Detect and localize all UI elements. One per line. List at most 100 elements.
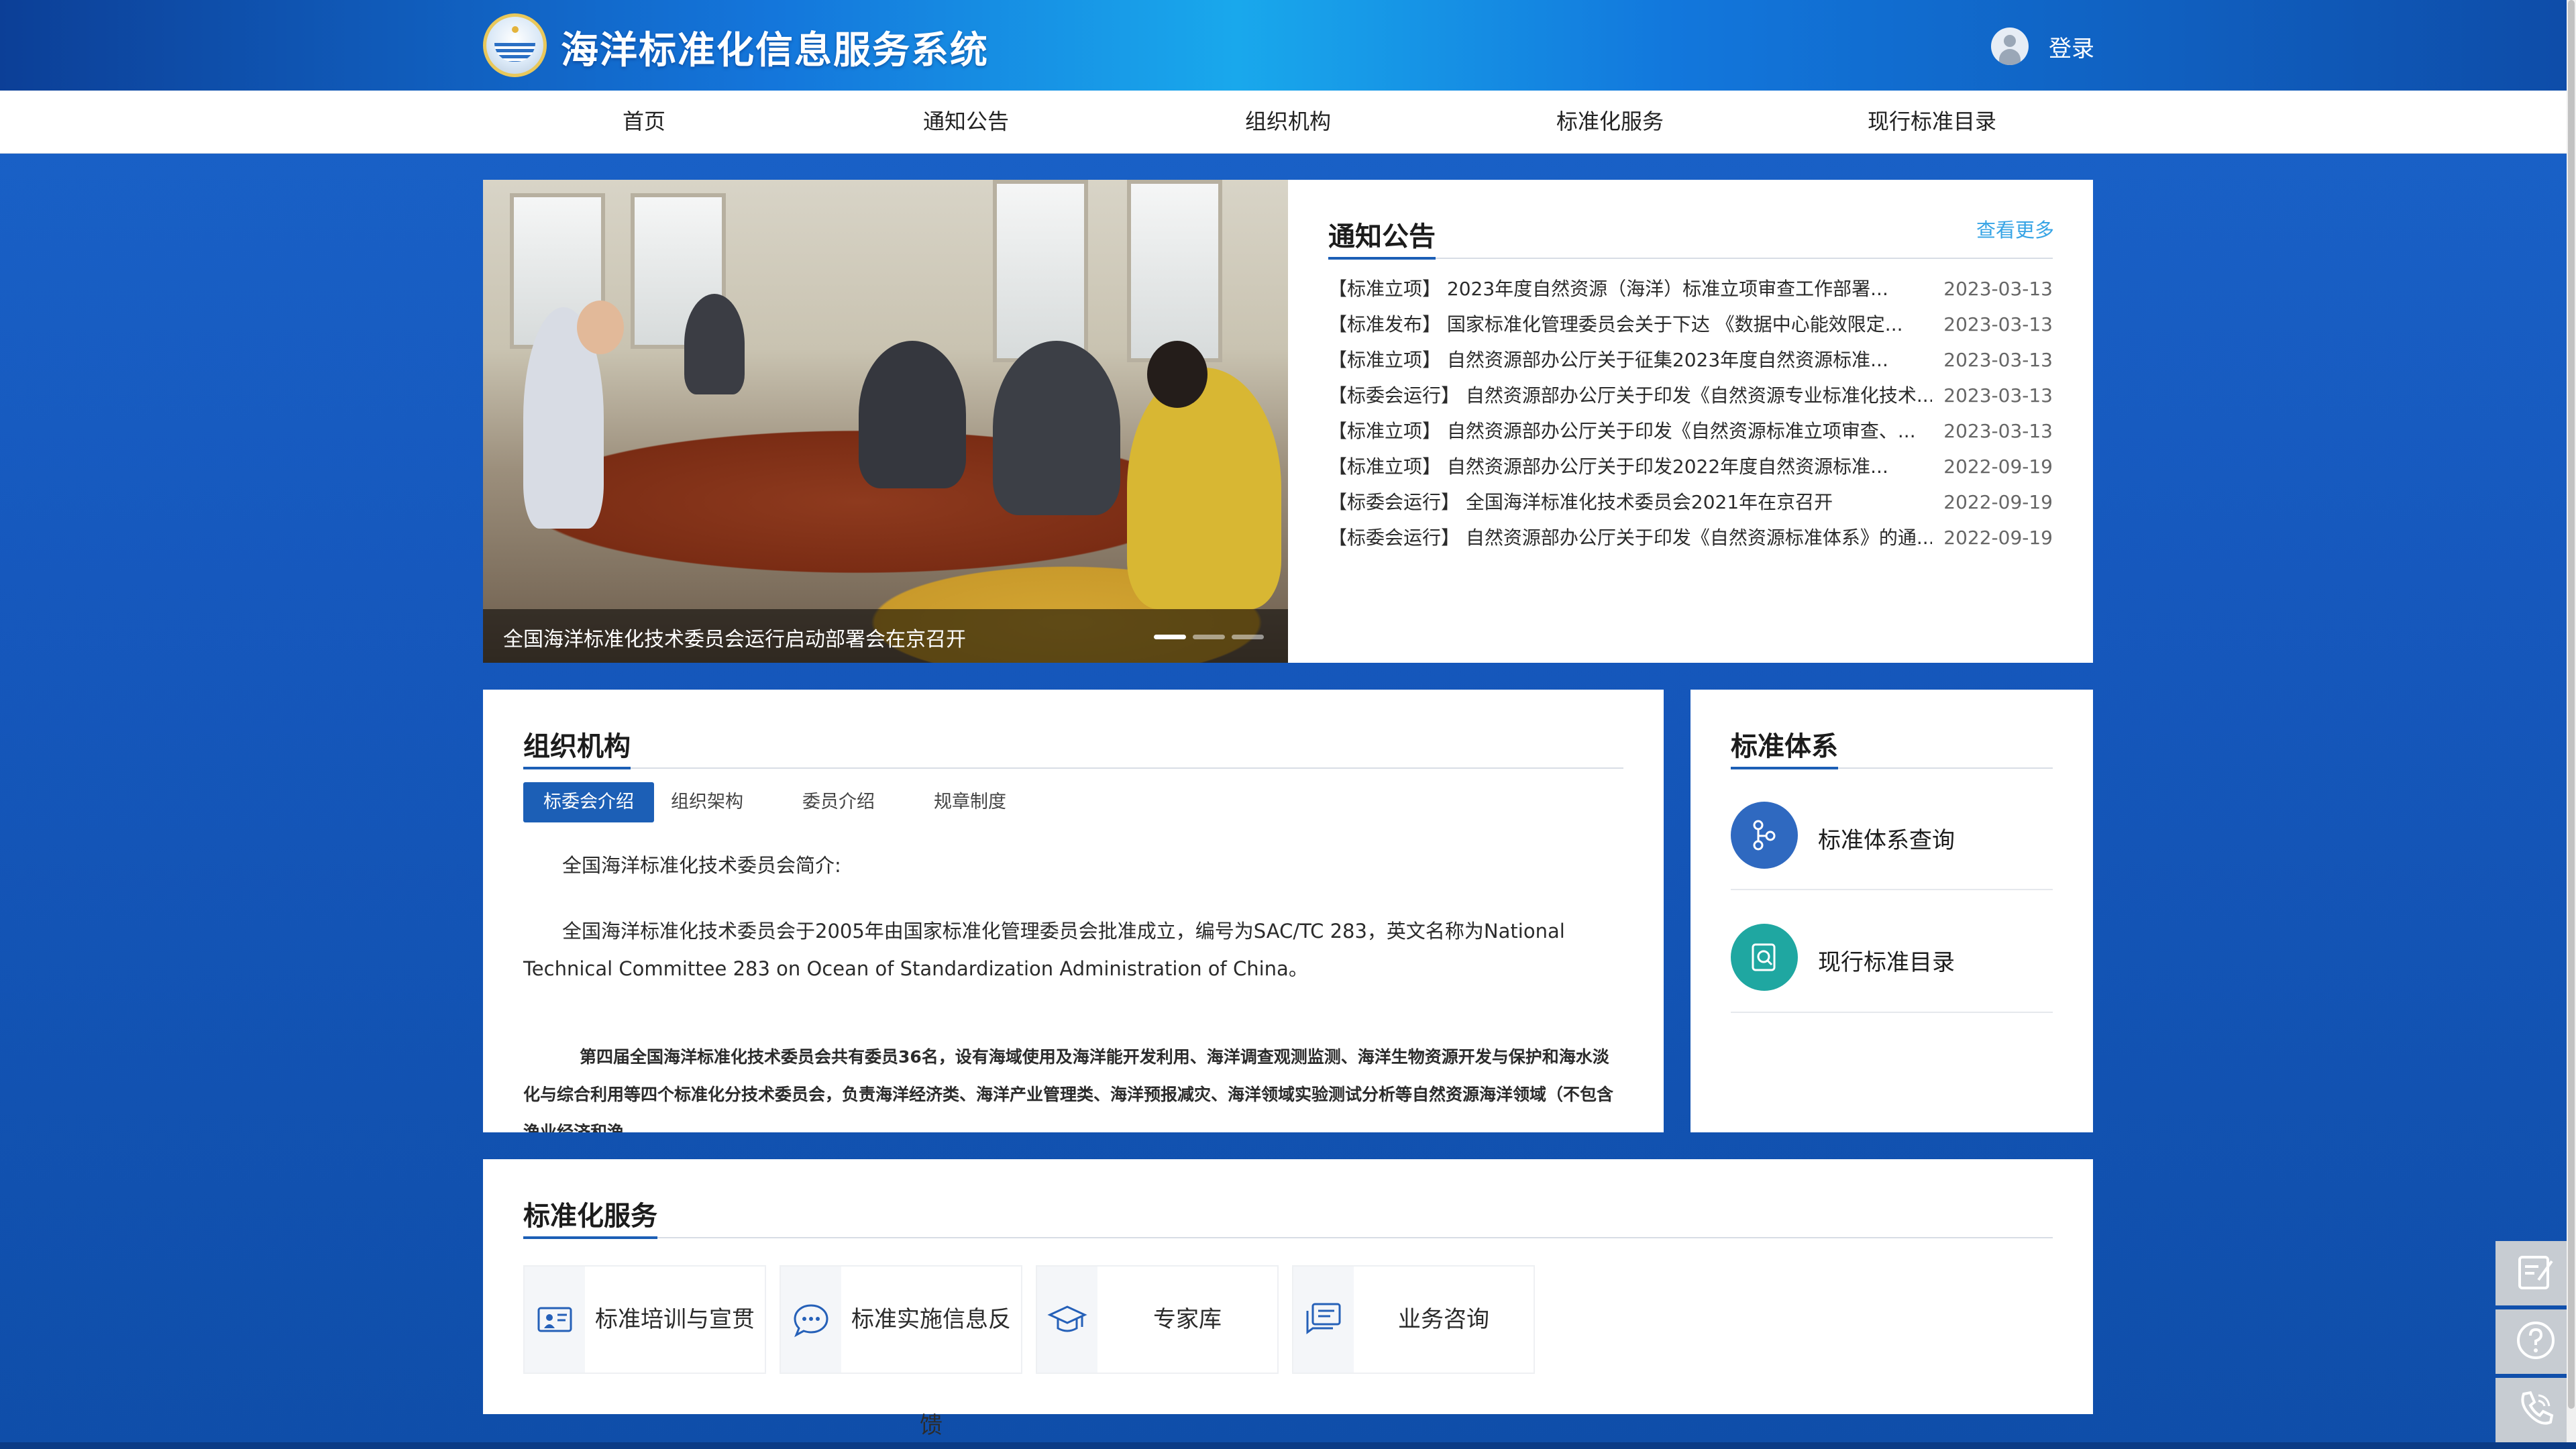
photo-person xyxy=(684,294,745,394)
section-divider xyxy=(1731,767,2053,769)
notice-item[interactable]: 【标委会运行】 自然资源部办公厅关于印发《自然资源专业标准化技术... 2023… xyxy=(1328,380,2053,411)
consult-icon xyxy=(1293,1267,1354,1373)
notice-title: 【标准立项】 自然资源部办公厅关于印发《自然资源标准立项审查、... xyxy=(1328,420,1916,442)
edit-form-icon xyxy=(2518,1256,2553,1289)
nav-item-organization[interactable]: 组织机构 xyxy=(1127,91,1449,153)
notice-date: 2023-03-13 xyxy=(1943,278,2053,300)
section-divider xyxy=(523,767,1623,769)
training-icon xyxy=(525,1267,585,1373)
notice-date: 2023-03-13 xyxy=(1943,384,2053,407)
contact-phone-button[interactable] xyxy=(2496,1378,2576,1442)
nav-item-notices[interactable]: 通知公告 xyxy=(805,91,1127,153)
notice-title: 【标准立项】 自然资源部办公厅关于征集2023年度自然资源标准... xyxy=(1328,349,1888,371)
notice-date: 2022-09-19 xyxy=(1943,455,2053,478)
standard-system-query-link[interactable]: 标准体系查询 xyxy=(1731,771,2053,892)
notice-title: 【标准立项】 2023年度自然资源（海洋）标准立项审查工作部署... xyxy=(1328,278,1888,300)
notice-title: 【标准立项】 自然资源部办公厅关于印发2022年度自然资源标准... xyxy=(1328,455,1888,478)
service-label: 标准培训与宣贯 xyxy=(595,1306,755,1333)
intro-paragraph: 全国海洋标准化技术委员会于2005年由国家标准化管理委员会批准成立，编号为SAC… xyxy=(523,920,1565,980)
tab-committee-intro[interactable]: 标委会介绍 xyxy=(523,782,654,822)
tab-regulations[interactable]: 规章制度 xyxy=(914,782,1026,822)
divider xyxy=(1731,889,2053,890)
notice-date: 2023-03-13 xyxy=(1943,420,2053,442)
section-divider xyxy=(523,1236,2053,1239)
tab-member-intro[interactable]: 委员介绍 xyxy=(782,782,895,822)
service-label: 标准实施信息反馈 xyxy=(851,1306,1011,1439)
photo-person xyxy=(1147,341,1208,408)
notice-title: 【标准发布】 国家标准化管理委员会关于下达 《数据中心能效限定... xyxy=(1328,313,1903,335)
carousel-indicators xyxy=(1154,635,1264,639)
main-nav: 首页 通知公告 组织机构 标准化服务 现行标准目录 xyxy=(0,91,2576,154)
current-standards-catalog-label: 现行标准目录 xyxy=(1818,949,1955,976)
section-divider xyxy=(1328,257,2053,260)
carousel-dot[interactable] xyxy=(1232,635,1264,639)
notice-date: 2022-09-19 xyxy=(1943,527,2053,549)
notice-item[interactable]: 【标准立项】 自然资源部办公厅关于印发2022年度自然资源标准... 2022-… xyxy=(1328,451,2053,482)
chat-icon xyxy=(781,1267,841,1373)
notice-item[interactable]: 【标准立项】 自然资源部办公厅关于征集2023年度自然资源标准... 2023-… xyxy=(1328,345,2053,376)
nav-item-home[interactable]: 首页 xyxy=(483,91,805,153)
help-button[interactable] xyxy=(2496,1309,2576,1374)
notice-title: 【标委会运行】 自然资源部办公厅关于印发《自然资源专业标准化技术... xyxy=(1328,384,1932,407)
notice-item[interactable]: 【标准立项】 自然资源部办公厅关于印发《自然资源标准立项审查、... 2023-… xyxy=(1328,416,2053,447)
nav-item-standards-catalog[interactable]: 现行标准目录 xyxy=(1771,91,2093,153)
section-divider-accent xyxy=(523,1236,657,1239)
photo-person xyxy=(859,341,966,488)
footer-strip xyxy=(0,1442,2576,1449)
notice-item[interactable]: 【标委会运行】 自然资源部办公厅关于印发《自然资源标准体系》的通... 2022… xyxy=(1328,523,2053,553)
section-divider-accent xyxy=(1328,257,1436,260)
logo-wave xyxy=(494,43,535,62)
intro-heading: 全国海洋标准化技术委员会简介: xyxy=(562,854,841,877)
logo-star xyxy=(512,26,519,33)
standardization-services-panel: 标准化服务 标准培训与宣贯 标准实施信息反馈 专家库 业务咨询 xyxy=(483,1159,2093,1439)
notice-title: 【标委会运行】 自然资源部办公厅关于印发《自然资源标准体系》的通... xyxy=(1328,527,1932,549)
current-standards-catalog-link[interactable]: 现行标准目录 xyxy=(1731,894,2053,1014)
organization-panel: 组织机构 标委会介绍 组织架构 委员介绍 规章制度 全国海洋标准化技术委员会简介… xyxy=(483,690,1664,1132)
notice-date: 2023-03-13 xyxy=(1943,313,2053,335)
carousel-caption[interactable]: 全国海洋标准化技术委员会运行启动部署会在京召开 xyxy=(503,623,966,652)
feedback-form-button[interactable] xyxy=(2496,1241,2576,1305)
notices-title: 通知公告 xyxy=(1328,221,1436,252)
site-logo[interactable] xyxy=(483,13,547,77)
photo-person xyxy=(1127,368,1281,609)
service-label: 专家库 xyxy=(1153,1306,1222,1333)
page-scrollbar-thumb[interactable] xyxy=(2568,0,2575,1409)
carousel-dot[interactable] xyxy=(1193,635,1225,639)
service-card-training[interactable]: 标准培训与宣贯 xyxy=(523,1265,766,1374)
phone-icon xyxy=(2521,1391,2554,1425)
organization-title: 组织机构 xyxy=(523,731,631,762)
standard-system-panel: 标准体系 标准体系查询 现行标准目录 xyxy=(1690,690,2093,1132)
divider xyxy=(1731,1012,2053,1013)
graduation-cap-icon xyxy=(1037,1267,1097,1373)
service-card-experts[interactable]: 专家库 xyxy=(1036,1265,1279,1374)
standard-system-title: 标准体系 xyxy=(1731,731,1838,762)
question-icon xyxy=(2517,1322,2555,1359)
service-card-feedback[interactable]: 标准实施信息反馈 xyxy=(780,1265,1022,1439)
photo-window xyxy=(1127,180,1222,362)
photo-person xyxy=(993,341,1120,515)
user-avatar-icon xyxy=(1991,28,2029,65)
notice-date: 2022-09-19 xyxy=(1943,491,2053,513)
service-card-consulting[interactable]: 业务咨询 xyxy=(1292,1265,1535,1374)
notice-item[interactable]: 【标委会运行】 全国海洋标准化技术委员会2021年在京召开 2022-09-19 xyxy=(1328,487,2053,518)
section-divider-accent xyxy=(1731,767,1838,769)
login-button[interactable]: 登录 xyxy=(1991,27,2094,66)
site-header: 海洋标准化信息服务系统 登录 xyxy=(0,0,2576,91)
photo-person xyxy=(577,301,624,354)
login-label: 登录 xyxy=(2049,35,2094,62)
notice-date: 2023-03-13 xyxy=(1943,349,2053,371)
services-title: 标准化服务 xyxy=(523,1201,657,1232)
notice-item[interactable]: 【标准发布】 国家标准化管理委员会关于下达 《数据中心能效限定... 2023-… xyxy=(1328,309,2053,340)
nav-item-services[interactable]: 标准化服务 xyxy=(1449,91,1771,153)
notice-item[interactable]: 【标准立项】 2023年度自然资源（海洋）标准立项审查工作部署... 2023-… xyxy=(1328,274,2053,305)
tab-org-structure[interactable]: 组织架构 xyxy=(651,782,763,822)
notices-more-link[interactable]: 查看更多 xyxy=(1976,215,2054,243)
carousel-dot[interactable] xyxy=(1154,635,1186,639)
news-carousel[interactable]: 全国海洋标准化技术委员会运行启动部署会在京召开 xyxy=(483,180,1288,663)
site-title: 海洋标准化信息服务系统 xyxy=(561,29,989,72)
service-label: 业务咨询 xyxy=(1398,1306,1489,1333)
notices-panel: 通知公告 查看更多 【标准立项】 2023年度自然资源（海洋）标准立项审查工作部… xyxy=(1288,180,2093,663)
intro-paragraph: 第四届全国海洋标准化技术委员会共有委员36名，设有海域使用及海洋能开发利用、海洋… xyxy=(523,1047,1614,1132)
section-divider-accent xyxy=(523,767,631,769)
standard-system-query-label: 标准体系查询 xyxy=(1818,827,1955,854)
